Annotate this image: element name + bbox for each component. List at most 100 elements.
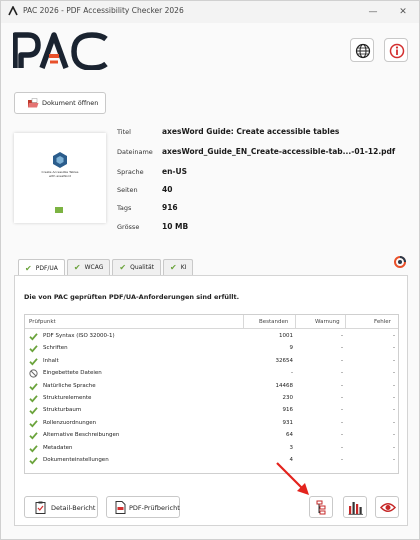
- pdf-report-button[interactable]: PDF-Prüfbericht: [106, 496, 180, 518]
- info-button[interactable]: [384, 38, 408, 62]
- document-thumbnail: Create Accessible Tables with axesWord: [14, 133, 106, 223]
- warning-count: -: [341, 395, 343, 401]
- window-title: PAC 2026 - PDF Accessibility Checker 202…: [23, 6, 184, 15]
- passed-count: 3: [289, 444, 294, 451]
- passed-count: 230: [282, 395, 294, 401]
- checkpoint-name: Dokumenteinstellungen: [43, 457, 109, 463]
- pdf-report-label: PDF-Prüfbericht: [129, 504, 180, 512]
- header-warning: Warnung: [315, 319, 340, 325]
- error-count: -: [393, 444, 395, 451]
- error-count: -: [393, 370, 395, 377]
- folder-open-icon: [28, 98, 39, 108]
- meta-value-title: axesWord Guide: Create accessible tables: [162, 127, 340, 136]
- warning-count: -: [341, 432, 343, 439]
- error-count: -: [393, 382, 395, 389]
- warning-count: -: [341, 407, 343, 414]
- open-document-button[interactable]: Dokument öffnen: [14, 92, 106, 114]
- table-row[interactable]: Eingebettete Dateien - - -: [25, 368, 398, 380]
- meta-label-title: Titel: [117, 128, 131, 136]
- app-window: PAC 2026 - PDF Accessibility Checker 202…: [0, 0, 420, 540]
- title-bar: PAC 2026 - PDF Accessibility Checker 202…: [1, 1, 419, 23]
- checkmark-icon: [29, 444, 38, 453]
- pdf-file-icon: [115, 501, 126, 514]
- table-row[interactable]: Natürliche Sprache 14468 - -: [25, 381, 398, 393]
- checkpoint-name: Metadaten: [43, 444, 73, 451]
- checkpoint-name: Natürliche Sprache: [43, 382, 96, 389]
- document-hexagon-icon: [53, 152, 67, 168]
- thumbnail-subtitle: with axesWord: [49, 174, 71, 178]
- passed-count: 14468: [275, 382, 294, 389]
- minimize-button[interactable]: —: [365, 4, 381, 20]
- checkmark-icon: [29, 432, 38, 440]
- checkpoint-name: Eingebettete Dateien: [43, 370, 102, 377]
- table-row[interactable]: Strukturbaum 916 - -: [25, 405, 398, 417]
- meta-value-language: en-US: [162, 167, 188, 176]
- column-separator: [345, 315, 346, 329]
- checkpoint-name: Alternative Beschreibungen: [43, 432, 120, 439]
- error-count: -: [393, 457, 395, 463]
- checkmark-icon: [29, 407, 38, 415]
- table-row[interactable]: Metadaten 3 - -: [25, 443, 398, 455]
- detail-report-button[interactable]: Detail-Bericht: [24, 496, 98, 518]
- ai-status-icon[interactable]: [393, 255, 407, 269]
- close-icon: ✕: [399, 7, 407, 17]
- meta-value-filename: axesWord_Guide_EN_Create-accessible-tab.…: [162, 147, 396, 156]
- header-checkpoint: Prüfpunkt: [29, 319, 56, 325]
- column-separator: [295, 315, 296, 329]
- table-row[interactable]: Strukturelemente 230 - -: [25, 393, 398, 405]
- results-panel: Die von PAC geprüften PDF/UA-Anforderung…: [14, 275, 408, 526]
- open-document-label: Dokument öffnen: [42, 99, 99, 107]
- result-message: Die von PAC geprüften PDF/UA-Anforderung…: [24, 293, 240, 301]
- preview-button[interactable]: [375, 496, 399, 518]
- meta-label-size: Grösse: [117, 223, 140, 231]
- table-header: Prüfpunkt Bestanden Warnung Fehler: [25, 315, 398, 329]
- checkpoint-name: PDF Syntax (ISO 32000-1): [43, 333, 115, 339]
- error-count: -: [393, 395, 395, 401]
- tab-quality[interactable]: ✔ Qualität: [112, 259, 162, 275]
- table-row[interactable]: Rollenzuordnungen 931 - -: [25, 418, 398, 430]
- warning-count: -: [341, 444, 343, 451]
- tab-label: KI: [180, 264, 187, 271]
- passed-count: 64: [286, 432, 293, 439]
- header-error: Fehler: [374, 319, 391, 325]
- structure-tree-button[interactable]: [309, 496, 333, 518]
- warning-count: -: [341, 357, 343, 364]
- table-row[interactable]: Inhalt 32654 - -: [25, 356, 398, 368]
- thumbnail-logo: [55, 207, 63, 213]
- bar-chart-icon: [348, 502, 363, 515]
- meta-value-size: 10 MB: [162, 222, 189, 231]
- tab-wcag[interactable]: ✔ WCAG: [66, 259, 111, 275]
- minimize-icon: —: [368, 7, 378, 17]
- checkmark-icon: [29, 333, 38, 341]
- table-row[interactable]: Alternative Beschreibungen 64 - -: [25, 430, 398, 442]
- table-row[interactable]: Dokumenteinstellungen 4- -: [25, 455, 398, 467]
- tab-bar: ✔ PDF/UA ✔ WCAG ✔ Qualität ✔ KI: [18, 259, 194, 276]
- passed-count: 931: [282, 419, 294, 426]
- header-passed: Bestanden: [259, 319, 289, 325]
- app-logo-icon: [8, 6, 18, 16]
- passed-count: 1001: [279, 333, 293, 339]
- checkmark-icon: ✔: [25, 263, 32, 273]
- checkpoint-name: Rollenzuordnungen: [43, 419, 97, 426]
- close-button[interactable]: ✕: [395, 4, 411, 20]
- error-count: -: [393, 407, 395, 414]
- checkmark-icon: [29, 382, 38, 391]
- tab-pdfua[interactable]: ✔ PDF/UA: [18, 259, 65, 276]
- statistics-button[interactable]: [343, 496, 367, 518]
- checkmark-icon: [29, 358, 38, 366]
- globe-icon: [355, 43, 371, 59]
- language-button[interactable]: [350, 38, 374, 62]
- warning-count: -: [341, 370, 343, 377]
- meta-label-language: Sprache: [117, 168, 144, 176]
- table-row[interactable]: PDF Syntax (ISO 32000-1) 1001 - -: [25, 331, 398, 343]
- tab-label: WCAG: [84, 264, 104, 271]
- eye-icon: [380, 503, 396, 512]
- warning-count: -: [341, 345, 343, 352]
- tab-ai[interactable]: ✔ KI: [163, 259, 194, 275]
- checkmark-icon: ✔: [119, 263, 127, 272]
- detail-report-label: Detail-Bericht: [51, 504, 96, 512]
- meta-value-pages: 40: [162, 185, 173, 194]
- error-count: -: [393, 432, 395, 439]
- checkmark-icon: [29, 457, 38, 465]
- table-row[interactable]: Schriften 9 - -: [25, 343, 398, 355]
